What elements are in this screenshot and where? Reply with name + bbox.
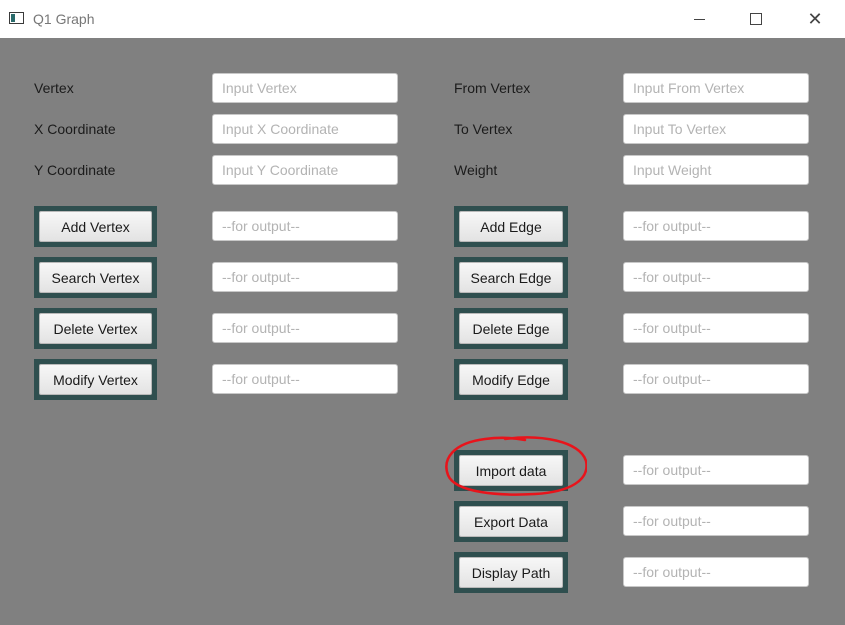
search-edge-button[interactable]: Search Edge: [459, 262, 563, 293]
modify-edge-button[interactable]: Modify Edge: [459, 364, 563, 395]
add-edge-button-frame: Add Edge: [454, 206, 568, 247]
weight-label: Weight: [454, 162, 498, 178]
close-button[interactable]: ✕: [792, 0, 838, 38]
y-coordinate-input[interactable]: [212, 155, 398, 185]
weight-input[interactable]: [623, 155, 809, 185]
delete-vertex-button[interactable]: Delete Vertex: [39, 313, 152, 344]
export-data-button-frame: Export Data: [454, 501, 568, 542]
close-icon: ✕: [807, 8, 823, 30]
display-path-output[interactable]: [623, 557, 809, 587]
maximize-button[interactable]: [733, 0, 779, 38]
modify-vertex-output[interactable]: [212, 364, 398, 394]
search-vertex-button-frame: Search Vertex: [34, 257, 157, 298]
add-edge-button[interactable]: Add Edge: [459, 211, 563, 242]
modify-vertex-button[interactable]: Modify Vertex: [39, 364, 152, 395]
x-coordinate-input[interactable]: [212, 114, 398, 144]
to-vertex-input[interactable]: [623, 114, 809, 144]
to-vertex-label: To Vertex: [454, 121, 513, 137]
delete-edge-output[interactable]: [623, 313, 809, 343]
from-vertex-input[interactable]: [623, 73, 809, 103]
delete-vertex-button-frame: Delete Vertex: [34, 308, 157, 349]
window-title: Q1 Graph: [33, 11, 95, 27]
delete-edge-button[interactable]: Delete Edge: [459, 313, 563, 344]
add-edge-output[interactable]: [623, 211, 809, 241]
minimize-icon: [693, 18, 705, 20]
add-vertex-button-frame: Add Vertex: [34, 206, 157, 247]
y-coordinate-label: Y Coordinate: [34, 162, 116, 178]
maximize-icon: [750, 13, 762, 25]
search-edge-output[interactable]: [623, 262, 809, 292]
minimize-button[interactable]: [676, 0, 722, 38]
x-coordinate-label: X Coordinate: [34, 121, 116, 137]
add-vertex-output[interactable]: [212, 211, 398, 241]
vertex-input[interactable]: [212, 73, 398, 103]
vertex-label: Vertex: [34, 80, 74, 96]
modify-edge-output[interactable]: [623, 364, 809, 394]
search-vertex-button[interactable]: Search Vertex: [39, 262, 152, 293]
export-data-output[interactable]: [623, 506, 809, 536]
export-data-button[interactable]: Export Data: [459, 506, 563, 537]
import-data-output[interactable]: [623, 455, 809, 485]
app-icon: [9, 12, 24, 24]
modify-edge-button-frame: Modify Edge: [454, 359, 568, 400]
display-path-button-frame: Display Path: [454, 552, 568, 593]
title-bar: Q1 Graph ✕: [0, 0, 845, 38]
from-vertex-label: From Vertex: [454, 80, 531, 96]
search-vertex-output[interactable]: [212, 262, 398, 292]
import-data-button-frame: Import data: [454, 450, 568, 491]
search-edge-button-frame: Search Edge: [454, 257, 568, 298]
delete-vertex-output[interactable]: [212, 313, 398, 343]
add-vertex-button[interactable]: Add Vertex: [39, 211, 152, 242]
delete-edge-button-frame: Delete Edge: [454, 308, 568, 349]
modify-vertex-button-frame: Modify Vertex: [34, 359, 157, 400]
import-data-button[interactable]: Import data: [459, 455, 563, 486]
display-path-button[interactable]: Display Path: [459, 557, 563, 588]
